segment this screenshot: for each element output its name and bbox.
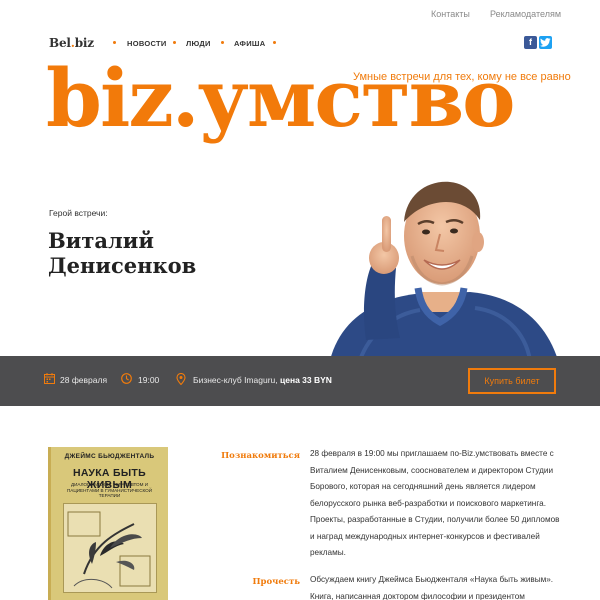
section-label-meet: Познакомиться <box>221 451 300 461</box>
guest-first-name: Виталий <box>48 228 154 253</box>
site-logo[interactable]: Bel.biz <box>49 36 94 50</box>
buy-ticket-button[interactable]: Купить билет <box>468 368 556 394</box>
location-pin-icon <box>176 373 186 385</box>
text-line: 28 февраля в 19:00 мы приглашаем по-Biz.… <box>310 449 554 458</box>
top-bar: Контакты Рекламодателям <box>0 0 600 28</box>
event-price: цена 33 BYN <box>280 375 332 385</box>
event-info-bar: 28 февраля 19:00 Бизнес-клуб Imaguru, це… <box>0 356 600 406</box>
section-text-read: Обсуждаем книгу Джеймса Бьюдженталя «Нау… <box>310 572 560 600</box>
nav-item-news[interactable]: НОВОСТИ <box>127 39 167 48</box>
text-line: Книга, написанная доктором философии и п… <box>310 591 525 600</box>
guest-last-name: Денисенков <box>48 253 197 278</box>
nav-bullet <box>113 41 116 44</box>
logo-text-part1: Bel <box>49 36 71 50</box>
event-time: 19:00 <box>138 375 160 385</box>
calendar-icon <box>44 373 55 384</box>
twitter-icon[interactable] <box>539 36 552 49</box>
facebook-icon[interactable]: f <box>524 36 537 49</box>
text-line: белорусского рынка веб-разработки и поис… <box>310 498 546 508</box>
section-text-meet: 28 февраля в 19:00 мы приглашаем по-Biz.… <box>310 446 560 562</box>
event-place: Бизнес-клуб Imaguru, цена 33 BYN <box>193 375 332 385</box>
contacts-link[interactable]: Контакты <box>431 9 470 19</box>
event-venue: Бизнес-клуб Imaguru, <box>193 375 278 385</box>
nav-bullet <box>273 41 276 44</box>
text-line: рекламы. <box>310 548 346 557</box>
book-subtitle: ДИАЛОГИ МЕЖДУ ТЕРАПЕВТОМ И ПАЦИЕНТАМИ В … <box>66 482 153 499</box>
advertisers-link[interactable]: Рекламодателям <box>490 9 561 19</box>
page-title: biz.умство <box>46 51 516 145</box>
nav-item-afisha[interactable]: АФИША <box>234 39 265 48</box>
nav-item-people[interactable]: ЛЮДИ <box>186 39 211 48</box>
text-line: Обсуждаем книгу Джеймса Бьюдженталя «Нау… <box>310 575 554 584</box>
clock-icon <box>121 373 132 384</box>
section-label-read: Прочесть <box>252 577 300 587</box>
logo-text-part2: biz <box>74 36 94 50</box>
event-date: 28 февраля <box>60 375 108 385</box>
guest-photo <box>330 181 558 360</box>
guest-label: Герой встречи: <box>49 208 108 218</box>
guest-name: Виталий Денисенков <box>48 228 196 278</box>
nav-bullet <box>173 41 176 44</box>
text-line: Виталием Денисенковым, сооснователем и д… <box>310 465 554 475</box>
text-line: Проекты, разработанные в Студии, получил… <box>310 515 560 524</box>
text-line: и наград международных интернет-конкурсо… <box>310 531 540 541</box>
nav-bullet <box>221 41 224 44</box>
text-line: Борового, которая на сегодняшний день яв… <box>310 482 536 491</box>
